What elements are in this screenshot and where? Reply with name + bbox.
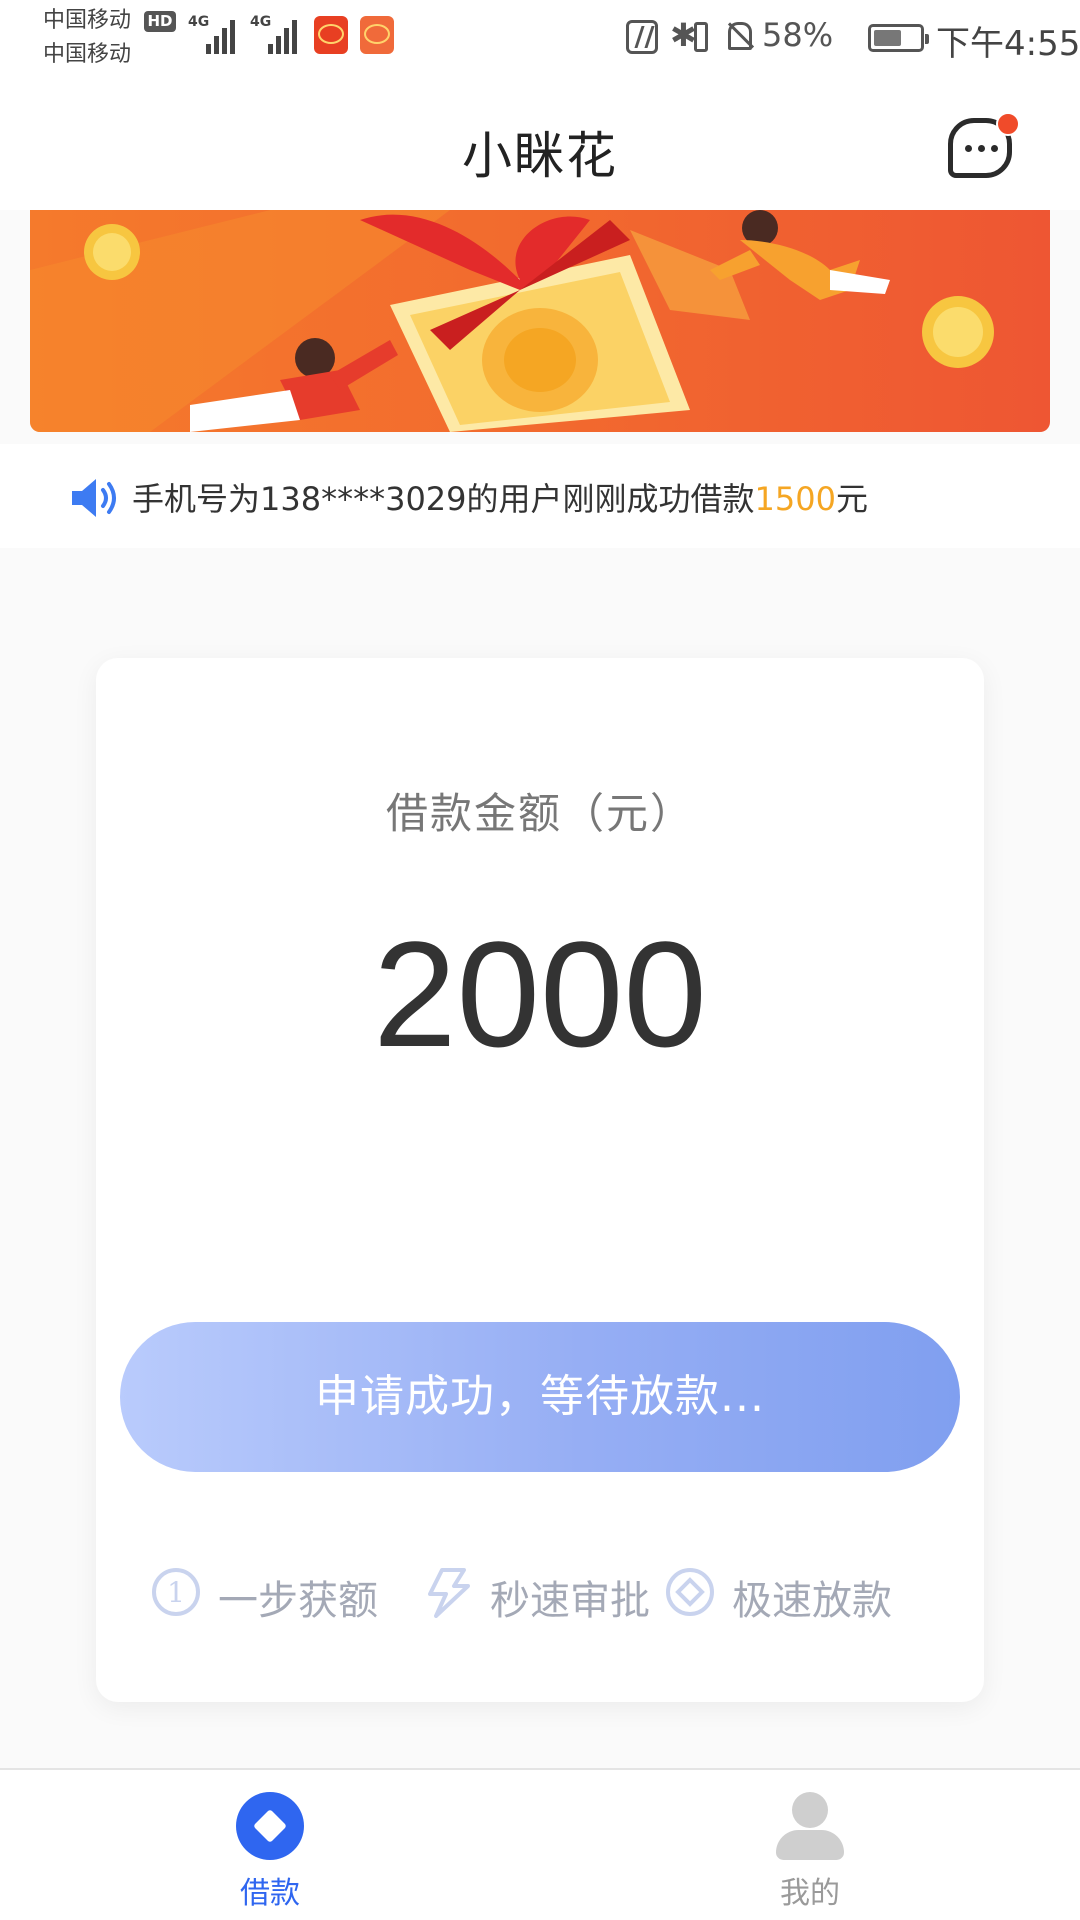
nav-label-loan: 借款 — [240, 1876, 300, 1911]
apply-status-button[interactable]: 申请成功，等待放款... — [120, 1322, 960, 1472]
feature-label: 秒速审批 — [490, 1578, 650, 1624]
notice-text-suffix: 元 — [835, 480, 868, 518]
unread-dot — [996, 112, 1020, 136]
mute-icon — [724, 20, 752, 50]
battery-icon — [868, 24, 929, 52]
person-icon — [776, 1792, 844, 1860]
notice-amount: 1500 — [754, 480, 836, 518]
banner-illustration — [30, 210, 1050, 432]
carrier-label-2: 中国移动 — [43, 42, 132, 67]
notice-text: 手机号为138****3029的用户刚刚成功借款1500元 — [132, 474, 868, 520]
loan-notice-bar: 手机号为138****3029的用户刚刚成功借款1500元 — [0, 444, 1080, 548]
clock: 下午4:55 — [936, 24, 1080, 64]
battery-percent: 58% — [762, 16, 834, 54]
message-button[interactable] — [946, 112, 1020, 184]
nav-item-loan[interactable]: 借款 — [170, 1770, 370, 1920]
amount-value: 2000 — [373, 910, 707, 1078]
app-screen: 中国移动 中国移动 HD 4G 4G ✱ 58% 下午4:55 小眯花 手机号为… — [0, 0, 1080, 1920]
app-notification-icon — [314, 16, 348, 54]
bluetooth-battery-icon — [694, 22, 708, 52]
feature-label: 极速放款 — [732, 1578, 892, 1624]
loan-icon — [236, 1792, 304, 1860]
amount-label: 借款金额（元） — [385, 789, 694, 838]
signal-icon: 4G — [250, 14, 310, 54]
notice-text-prefix: 手机号为138****3029的用户刚刚成功借款 — [132, 480, 755, 518]
app-notification-icon — [360, 16, 394, 54]
feature-label: 一步获额 — [218, 1578, 378, 1624]
page-title: 小眯花 — [462, 127, 618, 185]
bottom-nav: 借款 我的 — [0, 1768, 1080, 1920]
nav-item-mine[interactable]: 我的 — [710, 1770, 910, 1920]
diamond-circle-icon — [666, 1568, 714, 1616]
step-one-icon: 1 — [152, 1568, 200, 1616]
carrier-label-1: 中国移动 — [43, 8, 132, 33]
speaker-icon — [72, 479, 116, 517]
svg-text:1: 1 — [167, 1576, 185, 1609]
nfc-icon — [626, 20, 658, 54]
loan-card: 借款金额（元） 2000 申请成功，等待放款... 1 一步获额 秒速审批 极速… — [96, 658, 984, 1702]
promo-banner[interactable] — [30, 210, 1050, 432]
feature-list: 1 一步获额 秒速审批 极速放款 — [150, 1562, 950, 1624]
status-bar: 中国移动 中国移动 HD 4G 4G ✱ 58% 下午4:55 — [0, 0, 1080, 78]
lightning-icon — [428, 1568, 470, 1618]
nav-label-mine: 我的 — [780, 1876, 840, 1911]
title-bar: 小眯花 — [0, 78, 1080, 210]
signal-icon: 4G — [188, 14, 248, 54]
bluetooth-icon: ✱ — [670, 16, 697, 54]
hd-badge: HD — [144, 11, 176, 32]
network-type-2: 4G — [250, 14, 272, 30]
network-type-1: 4G — [188, 14, 210, 30]
